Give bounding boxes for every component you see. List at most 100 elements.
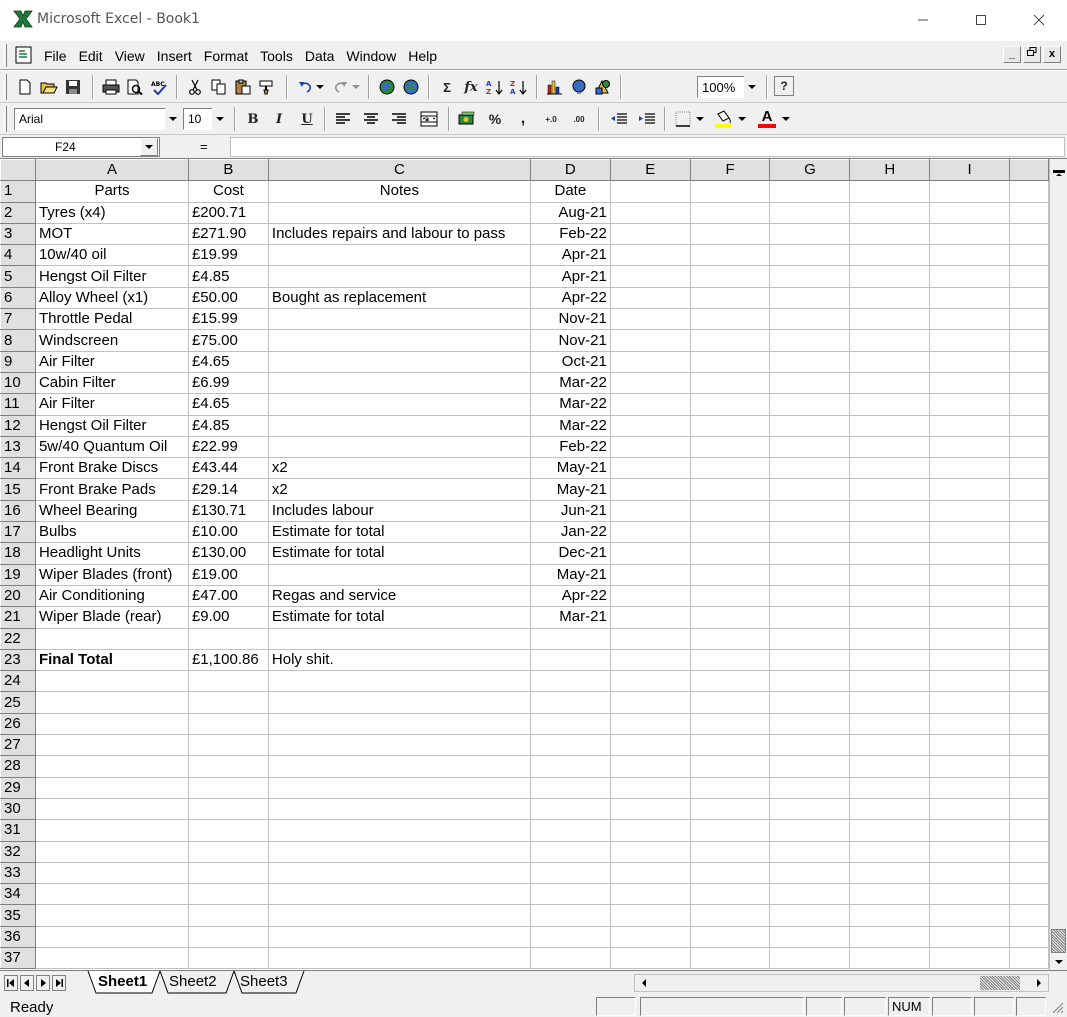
empty-cell[interactable] xyxy=(769,861,851,885)
empty-cell[interactable] xyxy=(689,308,771,331)
empty-cell[interactable] xyxy=(929,542,1010,565)
empty-cell[interactable] xyxy=(1009,606,1049,629)
empty-cell[interactable] xyxy=(1009,180,1049,203)
column-header[interactable]: A xyxy=(34,159,189,182)
cell-d[interactable]: Apr-22 xyxy=(529,584,611,608)
empty-cell[interactable] xyxy=(1009,265,1049,288)
cell-a[interactable] xyxy=(34,712,189,736)
italic-button[interactable]: I xyxy=(268,108,290,130)
cell-c[interactable] xyxy=(267,244,531,267)
empty-cell[interactable] xyxy=(609,755,691,778)
row-header[interactable]: 21 xyxy=(0,606,36,629)
cell-a[interactable] xyxy=(34,734,189,757)
empty-cell[interactable] xyxy=(849,371,931,395)
empty-cell[interactable] xyxy=(609,670,691,693)
row-header[interactable]: 4 xyxy=(0,244,36,267)
save-button[interactable] xyxy=(62,76,84,98)
empty-cell[interactable] xyxy=(1009,350,1049,373)
row-header[interactable]: 18 xyxy=(0,542,36,565)
row-header[interactable]: 29 xyxy=(0,776,36,799)
horizontal-scroll-thumb[interactable] xyxy=(980,976,1020,990)
cell-b[interactable]: £4.85 xyxy=(187,265,269,288)
column-header[interactable]: I xyxy=(929,159,1010,182)
cell-c[interactable] xyxy=(267,904,531,927)
empty-cell[interactable] xyxy=(1009,542,1049,565)
empty-cell[interactable] xyxy=(689,627,771,650)
empty-cell[interactable] xyxy=(769,883,851,906)
empty-cell[interactable] xyxy=(689,670,771,693)
empty-cell[interactable] xyxy=(1009,308,1049,331)
cell-a[interactable]: Air Conditioning xyxy=(34,584,189,608)
empty-cell[interactable] xyxy=(929,499,1010,523)
redo-dropdown[interactable] xyxy=(350,76,362,98)
empty-cell[interactable] xyxy=(769,648,851,672)
cell-c[interactable]: Holy shit. xyxy=(267,648,531,672)
empty-cell[interactable] xyxy=(849,542,931,565)
cell-c[interactable] xyxy=(267,734,531,757)
cell-c[interactable] xyxy=(267,563,531,586)
empty-cell[interactable] xyxy=(1009,883,1049,906)
cell-b[interactable]: £75.00 xyxy=(187,329,269,352)
empty-cell[interactable] xyxy=(1009,244,1049,267)
empty-cell[interactable] xyxy=(929,861,1010,885)
empty-cell[interactable] xyxy=(689,457,771,480)
print-preview-button[interactable] xyxy=(124,76,146,98)
empty-cell[interactable] xyxy=(609,286,691,310)
font-color-dropdown[interactable] xyxy=(780,108,792,130)
empty-cell[interactable] xyxy=(689,414,771,437)
close-button[interactable] xyxy=(1016,0,1062,40)
empty-cell[interactable] xyxy=(769,201,851,224)
row-header[interactable]: 24 xyxy=(0,670,36,693)
merge-center-button[interactable]: a xyxy=(418,108,440,130)
empty-cell[interactable] xyxy=(1009,797,1049,821)
empty-cell[interactable] xyxy=(849,691,931,714)
empty-cell[interactable] xyxy=(849,606,931,629)
cell-d[interactable]: Mar-22 xyxy=(529,393,611,416)
cell-d[interactable] xyxy=(529,691,611,714)
empty-cell[interactable] xyxy=(849,414,931,437)
cell-c[interactable]: Estimate for total xyxy=(267,542,531,565)
paste-function-button[interactable]: fx xyxy=(460,76,482,98)
cell-a[interactable]: Tyres (x4) xyxy=(34,201,189,224)
cell-d[interactable]: Oct-21 xyxy=(529,350,611,373)
empty-cell[interactable] xyxy=(1009,435,1049,459)
office-assistant-button[interactable]: ? xyxy=(774,76,794,96)
empty-cell[interactable] xyxy=(849,286,931,310)
row-header[interactable]: 8 xyxy=(0,329,36,352)
cell-a[interactable]: Front Brake Pads xyxy=(34,478,189,501)
empty-cell[interactable] xyxy=(769,286,851,310)
empty-cell[interactable] xyxy=(609,414,691,437)
empty-cell[interactable] xyxy=(609,308,691,331)
empty-cell[interactable] xyxy=(849,308,931,331)
cell-a[interactable]: MOT xyxy=(34,222,189,246)
cell-c[interactable] xyxy=(267,883,531,906)
empty-cell[interactable] xyxy=(609,883,691,906)
empty-cell[interactable] xyxy=(1009,925,1049,948)
empty-cell[interactable] xyxy=(929,904,1010,927)
cell-c[interactable] xyxy=(267,670,531,693)
empty-cell[interactable] xyxy=(769,308,851,331)
zoom-select[interactable]: 100% xyxy=(697,76,745,98)
empty-cell[interactable] xyxy=(849,329,931,352)
empty-cell[interactable] xyxy=(849,776,931,799)
empty-cell[interactable] xyxy=(1009,563,1049,586)
empty-cell[interactable] xyxy=(689,734,771,757)
autosum-button[interactable]: Σ xyxy=(436,76,458,98)
empty-cell[interactable] xyxy=(929,925,1010,948)
empty-cell[interactable] xyxy=(609,222,691,246)
cell-d[interactable]: Dec-21 xyxy=(529,542,611,565)
empty-cell[interactable] xyxy=(1009,712,1049,736)
cell-d[interactable] xyxy=(529,904,611,927)
cell-d[interactable] xyxy=(529,648,611,672)
empty-cell[interactable] xyxy=(609,393,691,416)
column-header-overflow[interactable] xyxy=(1009,159,1049,182)
empty-cell[interactable] xyxy=(849,904,931,927)
cell-b[interactable]: £130.71 xyxy=(187,499,269,523)
cell-d[interactable] xyxy=(529,670,611,693)
name-box[interactable]: F24 xyxy=(2,137,160,157)
empty-cell[interactable] xyxy=(849,734,931,757)
empty-cell[interactable] xyxy=(609,861,691,885)
cell-b[interactable] xyxy=(187,627,269,650)
last-sheet-button[interactable] xyxy=(52,975,66,991)
empty-cell[interactable] xyxy=(609,350,691,373)
